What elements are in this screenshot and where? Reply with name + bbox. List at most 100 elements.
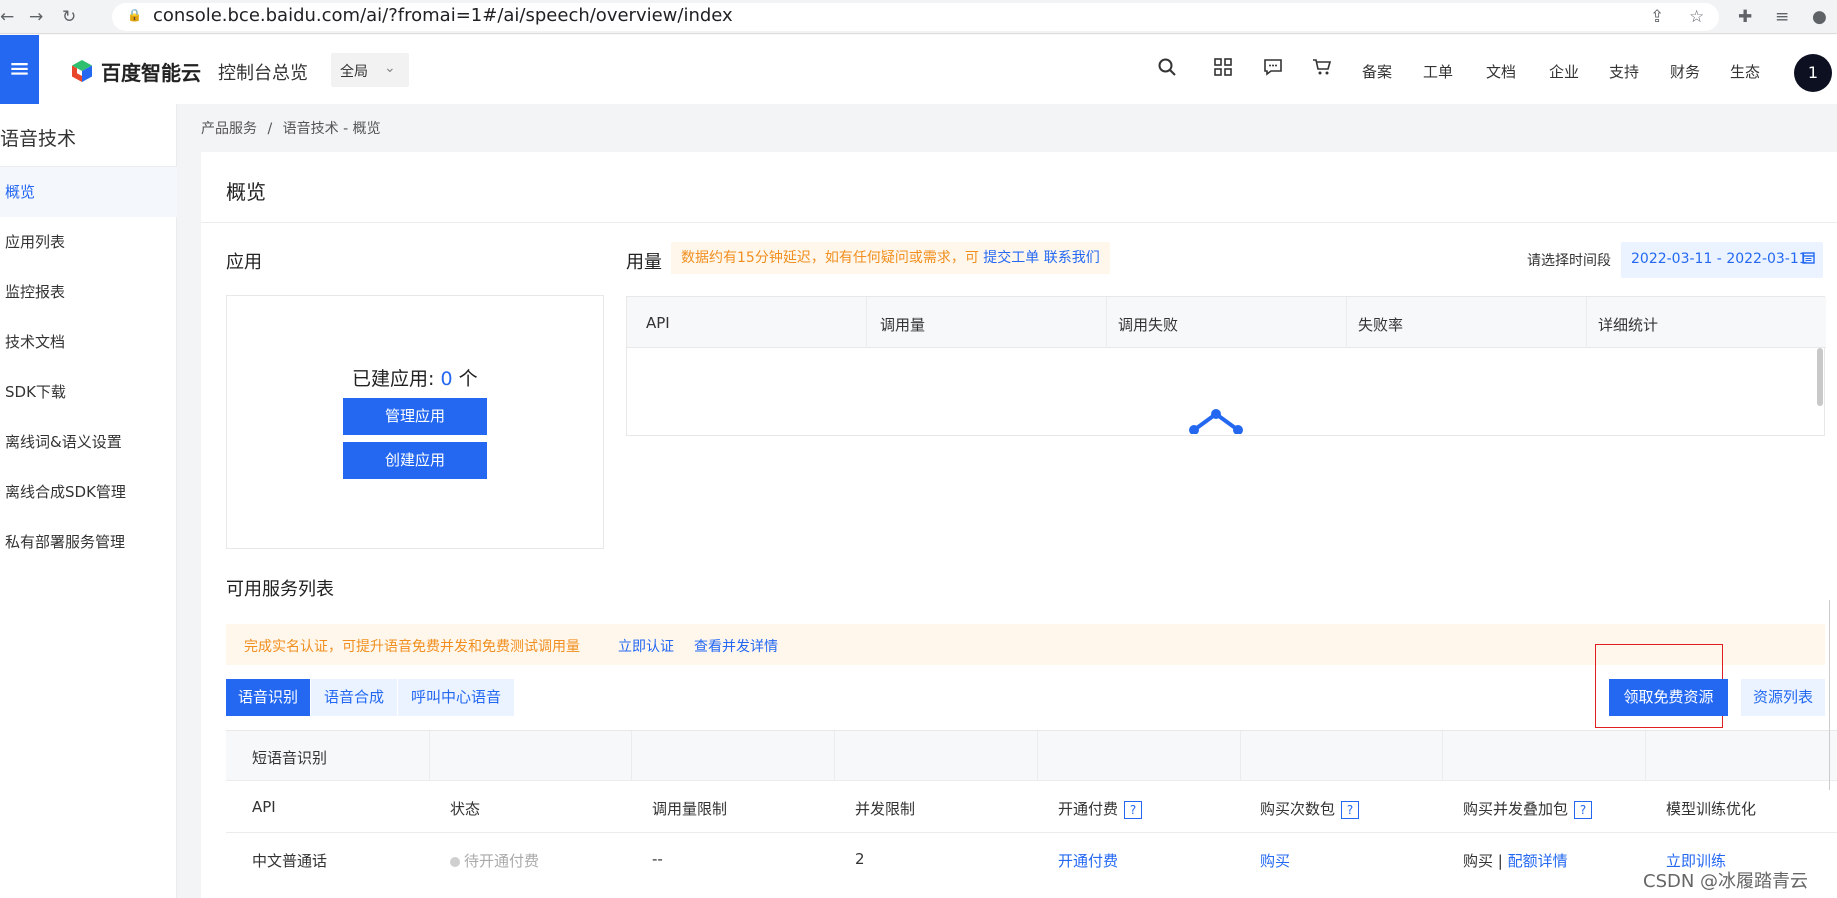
date-range-value: 2022-03-11 - 2022-03-11 <box>1631 251 1808 267</box>
contact-us-link[interactable]: 联系我们 <box>1044 250 1100 266</box>
sidebar-item-offline-words[interactable]: 离线词&语义设置 <box>0 417 177 467</box>
apps-count-value[interactable]: 0 <box>440 368 452 390</box>
svc-col-status: 状态 <box>450 800 481 818</box>
reload-icon[interactable]: ↻ <box>62 7 76 27</box>
usage-col-fail-rate: 失败率 <box>1358 316 1404 334</box>
manage-apps-button[interactable]: 管理应用 <box>343 398 487 435</box>
cart-icon[interactable] <box>1312 57 1332 82</box>
title-divider <box>201 222 1837 223</box>
row-status-text: 待开通付费 <box>464 852 540 870</box>
star-icon[interactable]: ☆ <box>1689 7 1704 27</box>
url-text[interactable]: console.bce.baidu.com/ai/?fromai=1#/ai/s… <box>153 6 733 26</box>
page-root: ← → ↻ 🔒 console.bce.baidu.com/ai/?fromai… <box>0 0 1837 898</box>
status-dot-icon <box>450 856 460 867</box>
svc-col-call-limit: 调用量限制 <box>652 800 728 818</box>
resource-list-button[interactable]: 资源列表 <box>1741 679 1825 716</box>
sidebar-item-tech-docs[interactable]: 技术文档 <box>0 317 177 367</box>
svc-col-open-pay: 开通付费? <box>1058 798 1143 819</box>
sidebar-title: 语音技术 <box>0 128 77 150</box>
message-icon[interactable] <box>1263 57 1283 82</box>
breadcrumb-separator: / <box>267 121 273 137</box>
breadcrumb-root[interactable]: 产品服务 <box>201 121 257 137</box>
apps-count-label: 已建应用: <box>352 368 435 390</box>
column-divider <box>1240 731 1241 781</box>
sidebar-item-private-deploy[interactable]: 私有部署服务管理 <box>0 517 177 567</box>
share-icon[interactable]: ⇪ <box>1650 7 1664 27</box>
row-concurrency: 2 <box>855 850 865 868</box>
topbar-link-docs[interactable]: 文档 <box>1486 61 1516 82</box>
tab-speech-synthesis[interactable]: 语音合成 <box>311 679 397 716</box>
apps-count-line: 已建应用: 0 个 <box>352 364 478 391</box>
open-pay-link[interactable]: 开通付费 <box>1058 850 1118 871</box>
topbar-link-ticket[interactable]: 工单 <box>1423 61 1453 82</box>
tab-call-center-speech[interactable]: 呼叫中心语音 <box>398 679 514 716</box>
verify-banner-text: 完成实名认证，可提升语音免费并发和免费测试调用量 <box>244 639 580 655</box>
baidu-cloud-logo-icon <box>72 60 92 82</box>
console-home-link[interactable]: 控制台总览 <box>218 59 308 85</box>
breadcrumb: 产品服务 / 语音技术 - 概览 <box>201 118 381 138</box>
column-divider <box>1037 731 1038 781</box>
topbar-link-support[interactable]: 支持 <box>1609 61 1639 82</box>
quota-detail-link[interactable]: 配额详情 <box>1508 852 1568 870</box>
puzzle-icon[interactable]: ✚ <box>1738 7 1752 27</box>
profile-icon[interactable]: ● <box>1812 7 1827 27</box>
reading-list-icon[interactable]: ≡ <box>1775 7 1789 27</box>
logo-text[interactable]: 百度智能云 <box>101 57 201 86</box>
qrcode-icon[interactable] <box>1213 57 1233 82</box>
topbar-link-ecosystem[interactable]: 生态 <box>1730 61 1760 82</box>
submit-ticket-link[interactable]: 提交工单 <box>983 250 1039 266</box>
svc-col-open-pay-label: 开通付费 <box>1058 800 1119 818</box>
services-group-row: 短语音识别 <box>226 731 1837 781</box>
buy-concurrency-link[interactable]: 购买 <box>1463 852 1493 870</box>
usage-col-detail: 详细统计 <box>1598 316 1659 334</box>
row-call-limit: -- <box>652 850 663 868</box>
column-divider <box>631 731 632 781</box>
tab-speech-recognition[interactable]: 语音识别 <box>226 679 310 716</box>
create-app-button[interactable]: 创建应用 <box>343 442 487 479</box>
user-avatar[interactable]: 1 <box>1794 54 1832 92</box>
period-label: 请选择时间段 <box>1527 253 1611 269</box>
calendar-icon <box>1802 251 1815 268</box>
breadcrumb-current: 语音技术 - 概览 <box>282 121 381 137</box>
usage-col-calls: 调用量 <box>880 316 926 334</box>
services-table: 短语音识别 API 状态 调用量限制 并发限制 开通付费? 购买次数包? 购买并… <box>226 730 1837 898</box>
buy-count-link[interactable]: 购买 <box>1260 850 1290 871</box>
link-divider: | <box>1497 852 1503 870</box>
sidebar-item-sdk-download[interactable]: SDK下载 <box>0 367 177 417</box>
sidebar-item-app-list[interactable]: 应用列表 <box>0 217 177 267</box>
sidebar-item-overview[interactable]: 概览 <box>0 167 177 217</box>
topbar-link-record[interactable]: 备案 <box>1362 61 1392 82</box>
search-icon[interactable] <box>1157 57 1177 82</box>
topbar-link-finance[interactable]: 财务 <box>1670 61 1700 82</box>
usage-notice: 数据约有15分钟延迟，如有任何疑问或需求，可 提交工单 联系我们 <box>671 242 1110 274</box>
help-icon[interactable]: ? <box>1341 800 1360 819</box>
sidebar-item-monitoring[interactable]: 监控报表 <box>0 267 177 317</box>
sidebar-item-offline-tts-sdk[interactable]: 离线合成SDK管理 <box>0 467 177 517</box>
verify-now-link[interactable]: 立即认证 <box>618 636 674 656</box>
column-divider <box>834 731 835 781</box>
usage-table-scrollbar[interactable] <box>1817 348 1823 406</box>
usage-col-failed: 调用失败 <box>1118 316 1179 334</box>
help-icon[interactable]: ? <box>1124 800 1143 819</box>
column-divider <box>1346 297 1347 348</box>
claim-free-resources-button[interactable]: 领取免费资源 <box>1609 679 1728 716</box>
row-buy-concurrency: 购买 | 配额详情 <box>1463 850 1568 871</box>
svc-col-buy-concurrency: 购买并发叠加包? <box>1463 798 1593 819</box>
back-arrow-icon[interactable]: ← <box>0 7 14 27</box>
region-select[interactable]: 全局 ⌄ <box>331 53 409 87</box>
usage-col-api: API <box>646 314 670 332</box>
menu-icon[interactable]: ≡ <box>0 35 39 104</box>
page-scrollbar[interactable] <box>1829 600 1837 790</box>
row-status: 待开通付费 <box>450 850 539 871</box>
topbar-link-enterprise[interactable]: 企业 <box>1549 61 1579 82</box>
concurrency-detail-link[interactable]: 查看并发详情 <box>694 636 778 656</box>
table-row: 中文普通话 待开通付费 -- 2 开通付费 购买 购买 | 配额详情 立即训练 <box>226 834 1837 887</box>
svc-col-buy-count: 购买次数包? <box>1260 798 1360 819</box>
apps-heading: 应用 <box>226 252 262 273</box>
help-icon[interactable]: ? <box>1574 800 1593 819</box>
forward-arrow-icon[interactable]: → <box>29 7 43 27</box>
date-range-picker[interactable]: 2022-03-11 - 2022-03-11 <box>1621 242 1823 278</box>
loading-spinner-icon <box>1189 409 1243 434</box>
apps-count-unit: 个 <box>458 368 478 390</box>
region-label: 全局 <box>340 64 368 80</box>
